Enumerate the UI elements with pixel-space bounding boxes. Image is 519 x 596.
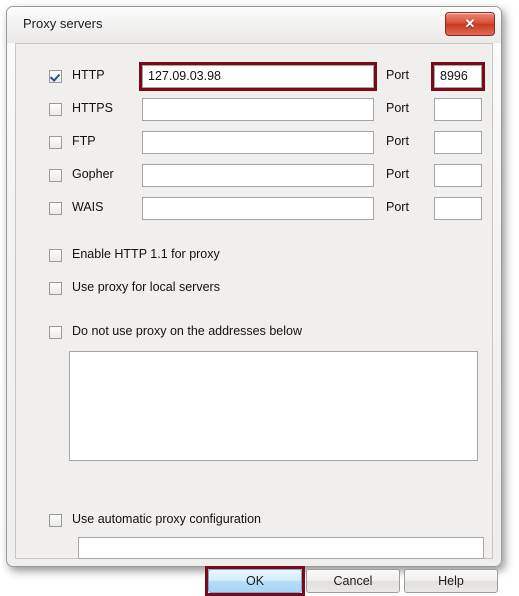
- checkbox-autoconfig[interactable]: [49, 514, 62, 527]
- address-input-gopher[interactable]: [142, 164, 374, 187]
- close-button[interactable]: ✕: [445, 12, 495, 36]
- proxy-row-ftp: FTP Port: [16, 130, 492, 156]
- checkbox-bypass-addresses[interactable]: [49, 326, 62, 339]
- port-label-ftp: Port: [386, 134, 409, 148]
- port-label-wais: Port: [386, 200, 409, 214]
- address-input-wais[interactable]: [142, 197, 374, 220]
- checkbox-http[interactable]: [49, 70, 62, 83]
- address-input-http[interactable]: 127.09.03.98: [142, 65, 374, 88]
- checkbox-enable-http11[interactable]: [49, 249, 62, 262]
- port-input-wais[interactable]: [434, 197, 482, 220]
- label-gopher: Gopher: [72, 167, 114, 181]
- proxy-row-https: HTTPS Port: [16, 97, 492, 123]
- port-label-https: Port: [386, 101, 409, 115]
- ok-button[interactable]: OK: [208, 569, 302, 593]
- label-enable-http11: Enable HTTP 1.1 for proxy: [72, 247, 220, 261]
- proxy-row-wais: WAIS Port: [16, 196, 492, 222]
- label-autoconfig: Use automatic proxy configuration: [72, 512, 261, 526]
- dialog-content-panel: HTTP 127.09.03.98 Port 8996 HTTPS Port F…: [15, 43, 498, 596]
- label-bypass-addresses: Do not use proxy on the addresses below: [72, 324, 302, 338]
- label-wais: WAIS: [72, 200, 104, 214]
- proxy-servers-dialog: Proxy servers ✕ HTTP 127.09.03.98 Port 8…: [6, 6, 502, 596]
- port-label-http: Port: [386, 68, 409, 82]
- close-icon: ✕: [464, 16, 476, 31]
- checkbox-ftp[interactable]: [49, 136, 62, 149]
- label-https: HTTPS: [72, 101, 113, 115]
- port-label-gopher: Port: [386, 167, 409, 181]
- option-row-http11: Enable HTTP 1.1 for proxy: [16, 245, 492, 267]
- port-input-https[interactable]: [434, 98, 482, 121]
- proxy-row-http: HTTP 127.09.03.98 Port 8996: [16, 62, 492, 91]
- help-button[interactable]: Help: [404, 569, 498, 593]
- address-input-ftp[interactable]: [142, 131, 374, 154]
- cancel-button[interactable]: Cancel: [306, 569, 400, 593]
- address-input-https[interactable]: [142, 98, 374, 121]
- option-row-autoconfig: Use automatic proxy configuration: [16, 510, 492, 532]
- checkbox-gopher[interactable]: [49, 169, 62, 182]
- option-row-local-servers: Use proxy for local servers: [16, 278, 492, 300]
- checkbox-https[interactable]: [49, 103, 62, 116]
- checkbox-use-proxy-local[interactable]: [49, 282, 62, 295]
- label-ftp: FTP: [72, 134, 96, 148]
- option-row-bypass-addresses: Do not use proxy on the addresses below: [16, 322, 492, 344]
- label-use-proxy-local: Use proxy for local servers: [72, 280, 220, 294]
- window-title: Proxy servers: [23, 16, 103, 31]
- checkbox-wais[interactable]: [49, 202, 62, 215]
- port-input-http[interactable]: 8996: [434, 65, 482, 88]
- proxy-row-gopher: Gopher Port: [16, 163, 492, 189]
- port-input-ftp[interactable]: [434, 131, 482, 154]
- title-bar: Proxy servers ✕: [7, 7, 501, 43]
- port-input-gopher[interactable]: [434, 164, 482, 187]
- exceptions-textarea[interactable]: [69, 351, 478, 461]
- autoconfig-url-input[interactable]: [78, 537, 484, 559]
- label-http: HTTP: [72, 68, 105, 82]
